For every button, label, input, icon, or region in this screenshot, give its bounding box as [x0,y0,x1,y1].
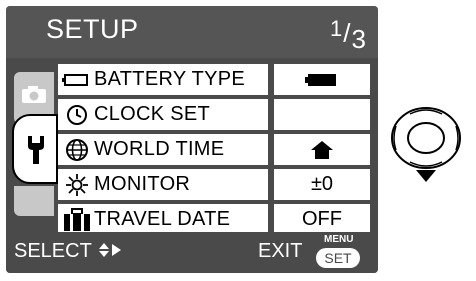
page-indicator: 1/3 [330,16,366,54]
select-label: SELECT [14,240,92,262]
menu-item-label-cell: TRAVEL DATE [58,204,268,235]
page-current: 1 [330,16,343,41]
tab-setup[interactable] [12,114,58,184]
clock-icon [62,99,92,130]
camera-icon [22,86,46,103]
menu-list: BATTERY TYPE CLOCK SET WORLD TIME MONITO… [58,64,378,239]
menu-item-value-cell: OFF [274,204,370,235]
menu-title: SETUP [46,14,139,44]
exit-label: EXIT [258,240,303,262]
tab-lower[interactable] [14,186,54,216]
menu-item-label: WORLD TIME [94,138,225,160]
footer-bar: SELECT EXIT MENU SET [6,232,378,273]
lcd-screen: SETUP 1/3 BATTERY TYPE CLOCK SET WORLD T… [6,6,378,273]
menu-item-value-cell [274,64,370,95]
menu-item-value-cell [274,99,370,130]
menu-item-battery-type[interactable]: BATTERY TYPE [58,64,378,95]
home-icon [311,140,333,159]
menu-item-label-cell: BATTERY TYPE [58,64,268,95]
menu-item-label-cell: MONITOR [58,169,268,200]
menu-set-button-hint: MENU SET [314,234,364,270]
menu-item-label: CLOCK SET [94,103,211,125]
globe-icon [62,134,92,165]
battery-icon [62,64,92,95]
menu-item-world-time[interactable]: WORLD TIME [58,134,378,165]
side-tabs [6,64,58,224]
menu-item-label-cell: WORLD TIME [58,134,268,165]
page-total: 3 [351,24,366,54]
brightness-icon [62,169,92,200]
suitcase-icon [62,204,92,235]
wrench-icon [28,136,44,164]
menu-item-label: MONITOR [94,173,191,195]
menu-item-label: BATTERY TYPE [94,68,246,90]
menu-item-value-cell [274,134,370,165]
menu-label: MENU [324,234,354,245]
menu-item-travel-date[interactable]: TRAVEL DATE OFF [58,204,378,235]
menu-item-label: TRAVEL DATE [94,208,231,230]
menu-item-value-cell: ±0 [274,169,370,200]
select-hint: SELECT [14,240,125,263]
menu-item-label-cell: CLOCK SET [58,99,268,130]
updown-right-arrows-icon [99,243,122,257]
dpad-down-icon [391,107,461,182]
menu-item-monitor[interactable]: MONITOR ±0 [58,169,378,200]
set-label: SET [316,248,360,268]
header-bar: SETUP 1/3 [6,6,378,58]
menu-item-clock-set[interactable]: CLOCK SET [58,99,378,130]
battery-full-icon [305,73,336,86]
